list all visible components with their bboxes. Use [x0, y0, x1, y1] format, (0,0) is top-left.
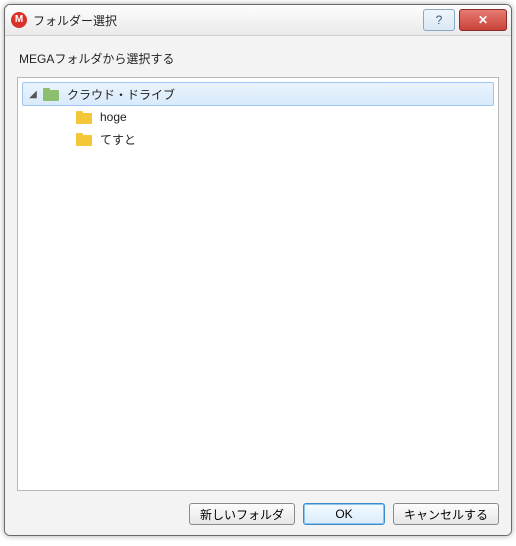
- help-icon: ?: [436, 13, 443, 27]
- dialog-window: M フォルダー選択 ? ✕ MEGAフォルダから選択する ◢ クラウド・ドライブ: [4, 4, 512, 536]
- expand-toggle-icon[interactable]: ◢: [27, 89, 39, 100]
- close-button[interactable]: ✕: [459, 9, 507, 31]
- tree-node-label: てすと: [96, 131, 136, 148]
- tree-node-child[interactable]: hoge: [18, 106, 498, 128]
- folder-tree[interactable]: ◢ クラウド・ドライブ hoge てすと: [17, 77, 499, 491]
- app-icon-letter: M: [15, 15, 23, 25]
- close-icon: ✕: [478, 13, 488, 27]
- tree-node-label: クラウド・ドライブ: [63, 86, 175, 103]
- window-controls: ? ✕: [423, 9, 507, 31]
- tree-node-label: hoge: [96, 110, 127, 124]
- folder-icon: [76, 133, 92, 146]
- content-area: MEGAフォルダから選択する ◢ クラウド・ドライブ hoge てすと 新しいフ…: [5, 36, 511, 535]
- dialog-buttons: 新しいフォルダ OK キャンセルする: [17, 499, 499, 527]
- instruction-text: MEGAフォルダから選択する: [17, 46, 499, 69]
- folder-icon: [76, 111, 92, 124]
- ok-button[interactable]: OK: [303, 503, 385, 525]
- cancel-button[interactable]: キャンセルする: [393, 503, 499, 525]
- folder-icon: [43, 88, 59, 101]
- window-title: フォルダー選択: [33, 12, 117, 29]
- tree-node-child[interactable]: てすと: [18, 128, 498, 150]
- titlebar: M フォルダー選択 ? ✕: [5, 5, 511, 36]
- tree-node-root[interactable]: ◢ クラウド・ドライブ: [22, 82, 494, 106]
- new-folder-button[interactable]: 新しいフォルダ: [189, 503, 295, 525]
- help-button[interactable]: ?: [423, 9, 455, 31]
- app-icon: M: [11, 12, 27, 28]
